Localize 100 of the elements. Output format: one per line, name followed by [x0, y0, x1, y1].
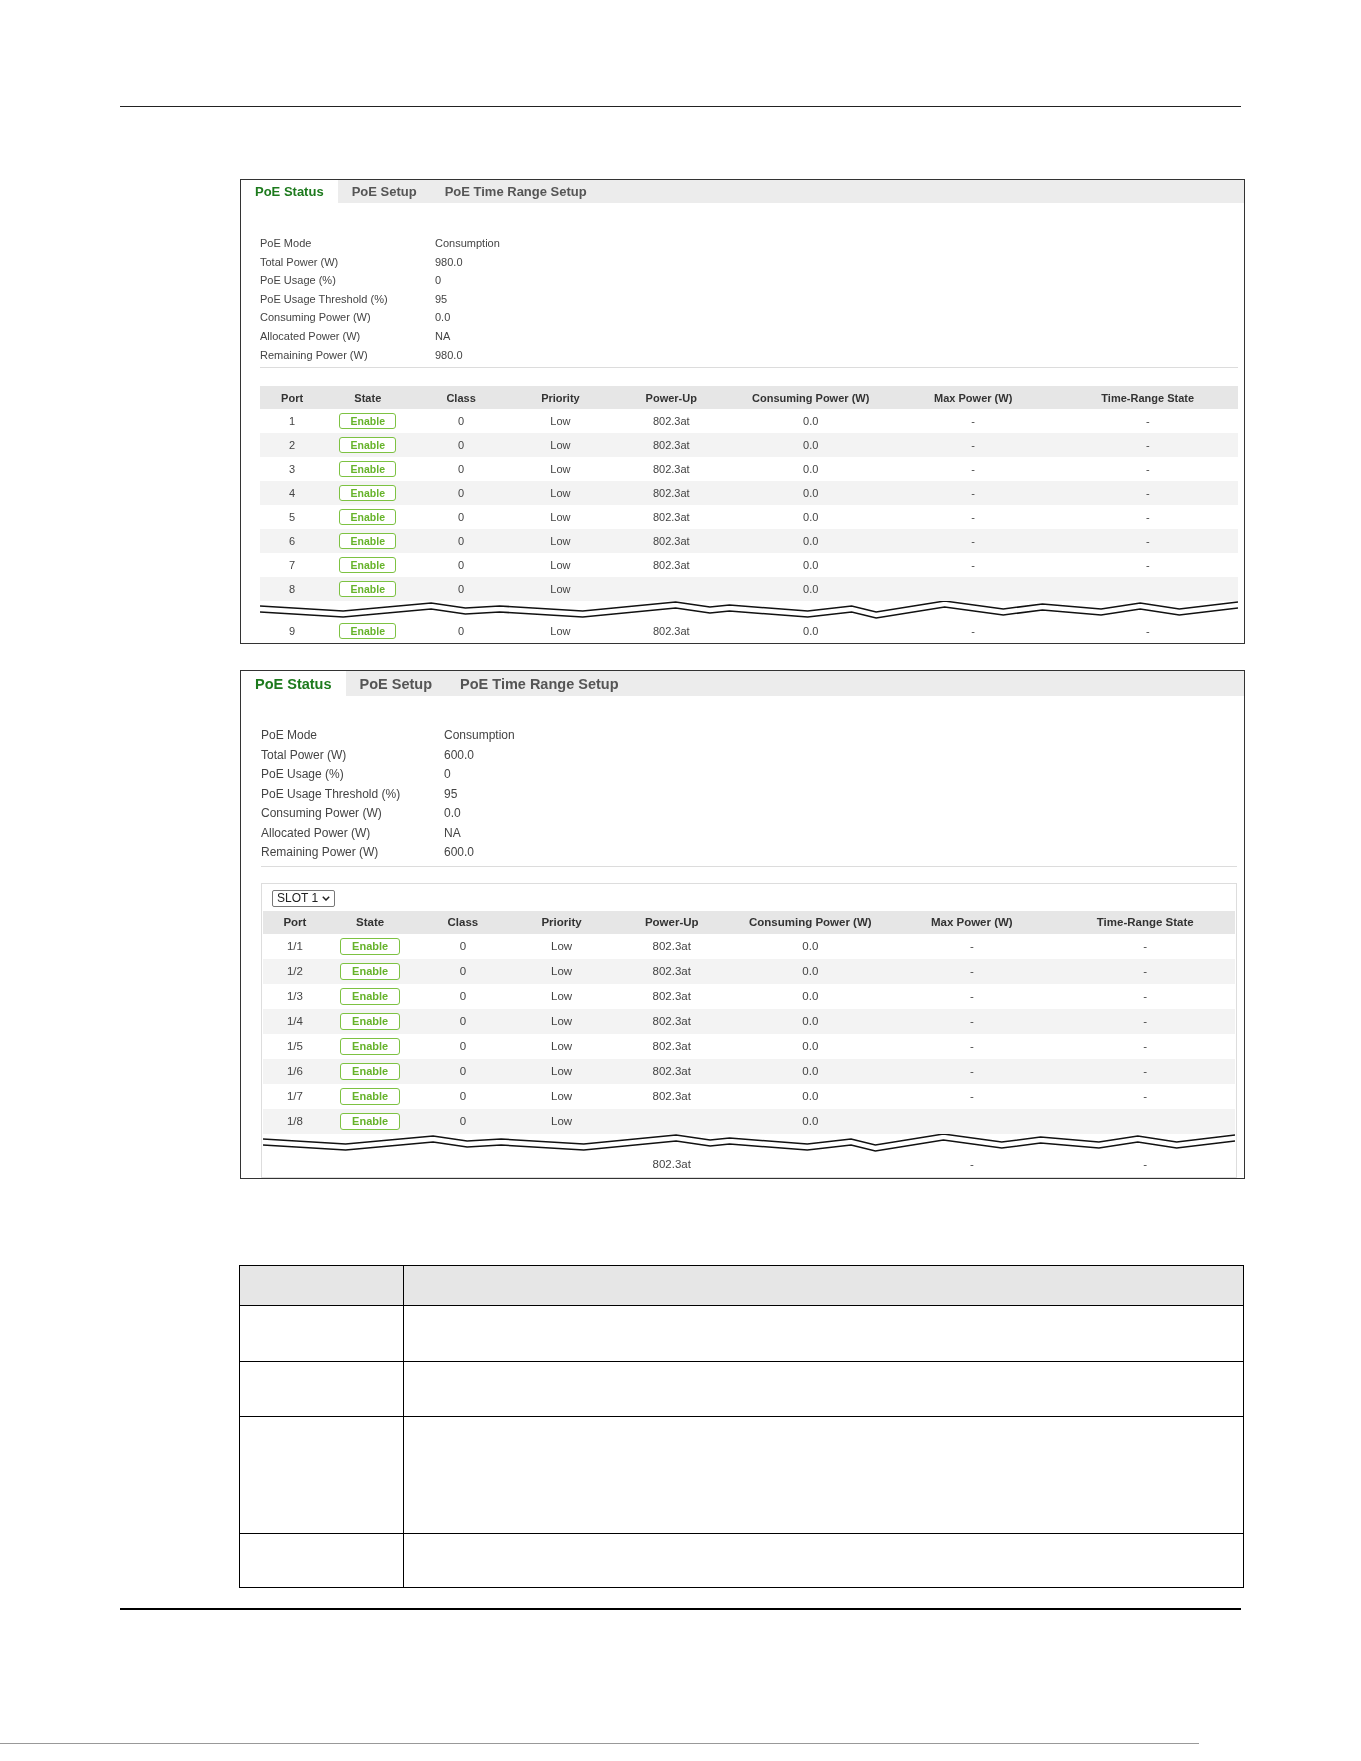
table-cell: 9 [289, 625, 296, 638]
state-button[interactable]: Enable [339, 437, 397, 454]
table-cell: 0.0 [802, 1090, 819, 1103]
table-cell: - [1145, 511, 1150, 524]
table-cell: - [1143, 1158, 1148, 1171]
table-cell: - [1145, 535, 1150, 548]
table-cell: 802.3at [652, 1158, 691, 1171]
summary-value: 600.0 [444, 746, 475, 764]
summary-label: Remaining Power (W) [261, 844, 379, 862]
table-cell: 5 [289, 511, 296, 524]
table-cell: 0.0 [802, 1040, 819, 1053]
table-cell: - [969, 1090, 974, 1103]
column-header: State [354, 391, 382, 404]
table-cell: Low [551, 1065, 573, 1078]
table-cell: 0.0 [802, 1115, 819, 1128]
table-cell: 802.3at [652, 1015, 691, 1028]
column-header: Class [446, 391, 476, 404]
table-cell: Low [550, 511, 571, 524]
state-button[interactable]: Enable [340, 962, 401, 980]
table-cell: 8 [289, 583, 296, 596]
table-cell: 1/6 [286, 1065, 303, 1078]
state-button[interactable]: Enable [339, 623, 397, 640]
table-cell: - [1143, 1015, 1148, 1028]
summary-label: PoE Usage Threshold (%) [260, 291, 388, 307]
state-button[interactable]: Enable [340, 987, 401, 1005]
summary-label: Allocated Power (W) [261, 824, 371, 842]
tab[interactable]: PoE Time Range Setup [446, 671, 633, 697]
slot-select[interactable]: SLOT 1 [272, 889, 336, 907]
tab[interactable]: PoE Status [241, 671, 346, 697]
state-button[interactable]: Enable [340, 1112, 401, 1130]
table-cell: 802.3at [652, 965, 691, 978]
table-cell: 0.0 [802, 1015, 819, 1028]
table-cell: 1/1 [286, 940, 303, 953]
column-header: Priority [541, 391, 580, 404]
state-button[interactable]: Enable [339, 533, 397, 550]
table-cell: 802.3at [652, 1065, 691, 1078]
table-cell: 2 [289, 439, 296, 452]
state-button[interactable]: Enable [340, 1087, 401, 1105]
table-cell: 802.3at [652, 559, 690, 572]
table-cell: - [969, 1158, 974, 1171]
table-cell: - [971, 487, 975, 500]
table-cell: 0.0 [803, 487, 819, 500]
state-button[interactable]: Enable [339, 557, 397, 574]
table-cell: - [969, 1015, 974, 1028]
tab[interactable]: PoE Status [241, 180, 338, 203]
summary-value: NA [444, 824, 461, 842]
table-cell: - [969, 1040, 974, 1053]
state-button[interactable]: Enable [339, 485, 397, 502]
summary-value: 0 [444, 766, 451, 784]
summary-value: 600.0 [444, 844, 475, 862]
table-cell: 0.0 [803, 439, 819, 452]
state-button[interactable]: Enable [340, 1012, 401, 1030]
summary-value: Consumption [444, 727, 515, 745]
table-cell: 1/5 [286, 1040, 303, 1053]
table-cell: 0 [458, 559, 465, 572]
table-cell: - [971, 511, 975, 524]
tab[interactable]: PoE Setup [337, 180, 431, 203]
table-cell: Low [551, 1090, 573, 1103]
table-cell: 0.0 [802, 965, 819, 978]
table-cell: - [1145, 439, 1150, 452]
state-button[interactable]: Enable [339, 461, 397, 478]
summary-value: 0 [435, 273, 442, 289]
summary-value: Consumption [435, 236, 500, 251]
table-cell: 802.3at [652, 439, 690, 452]
table-cell: 7 [289, 559, 296, 572]
table-cell: 0 [459, 990, 467, 1003]
table-cell: 0 [459, 1115, 467, 1128]
table-cell: 0 [458, 535, 465, 548]
table-cell: 1/2 [286, 965, 303, 978]
table-cell: 0.0 [802, 990, 819, 1003]
column-header: Priority [541, 916, 582, 929]
table-cell: Low [551, 1015, 573, 1028]
table-cell: 0 [459, 1015, 467, 1028]
summary-value: 95 [435, 291, 448, 307]
table-cell: 0.0 [803, 535, 819, 548]
chevron-down-icon [322, 895, 331, 901]
state-button[interactable]: Enable [340, 937, 401, 955]
table-cell: - [969, 990, 974, 1003]
table-cell: Low [550, 415, 571, 428]
table-cell: - [971, 415, 975, 428]
state-button[interactable]: Enable [340, 1037, 401, 1055]
summary-label: PoE Usage (%) [261, 766, 344, 784]
table-cell: 0.0 [803, 625, 819, 638]
table-cell: 0 [459, 965, 467, 978]
state-button[interactable]: Enable [340, 1062, 401, 1080]
table-cell: Low [550, 625, 571, 638]
tab[interactable]: PoE Setup [345, 671, 447, 697]
table-cell: 1 [289, 415, 296, 428]
state-button[interactable]: Enable [339, 509, 397, 526]
state-button[interactable]: Enable [339, 413, 397, 430]
tab[interactable]: PoE Time Range Setup [430, 180, 601, 203]
table-cell: - [969, 965, 974, 978]
table-cell: 0 [458, 415, 465, 428]
table-cell: 0.0 [802, 1065, 819, 1078]
state-button[interactable]: Enable [339, 581, 397, 598]
table-cell: 0.0 [802, 940, 819, 953]
table-cell: 0.0 [803, 583, 819, 596]
table-cell: - [1145, 415, 1150, 428]
summary-label: Consuming Power (W) [261, 805, 382, 823]
summary-label: PoE Mode [261, 727, 318, 745]
